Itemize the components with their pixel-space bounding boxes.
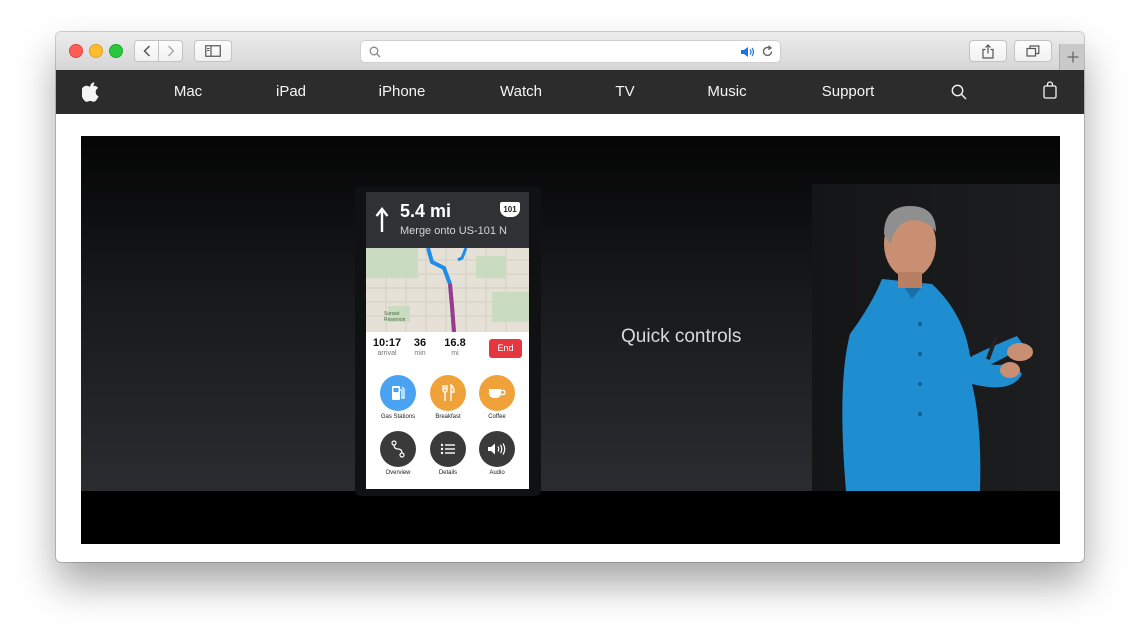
plus-icon (1067, 51, 1078, 63)
nav-item-music[interactable]: Music (707, 70, 746, 114)
quick-action-label: Details (438, 470, 458, 476)
nav-item-support[interactable]: Support (822, 70, 875, 114)
new-tab-button[interactable] (1059, 44, 1084, 70)
stat-label: mi (451, 350, 459, 357)
gas-stations-button[interactable] (380, 375, 416, 411)
list-icon (440, 443, 455, 455)
quick-action-label: Coffee (488, 414, 506, 420)
audio-playing-icon[interactable] (740, 46, 756, 58)
route-shield: 101 (500, 202, 520, 217)
quick-action-label: Breakfast (435, 414, 461, 420)
quick-action-label: Gas Stations (380, 414, 416, 420)
nav-item-iphone[interactable]: iPhone (379, 70, 426, 114)
reload-icon[interactable] (761, 45, 774, 58)
arrow-up-icon (375, 207, 389, 232)
sidebar-button[interactable] (194, 40, 232, 62)
fork-knife-icon (442, 384, 455, 401)
map-area-label: Sunset Reservoir (384, 311, 406, 323)
quick-action-label: Overview (385, 470, 411, 476)
audio-button[interactable] (479, 431, 515, 467)
instruction-label: Merge onto US-101 N (400, 225, 507, 237)
show-tabs-button[interactable] (1014, 40, 1052, 62)
apple-logo-icon[interactable] (82, 81, 100, 102)
minimize-window-button[interactable] (89, 44, 103, 58)
maps-screen: 5.4 mi Merge onto US-101 N 101 Sunset Re… (366, 192, 529, 489)
route-icon (391, 440, 405, 458)
distance-label: 5.4 mi (400, 201, 452, 221)
back-button[interactable] (134, 40, 159, 62)
speaker-icon (488, 443, 506, 455)
tabs-icon (1026, 45, 1040, 57)
minutes-stat: 36 min (408, 337, 432, 358)
share-button[interactable] (969, 40, 1007, 62)
iphone-mockup: 5.4 mi Merge onto US-101 N 101 Sunset Re… (355, 186, 541, 496)
route-map: Sunset Reservoir (366, 247, 529, 333)
search-icon[interactable] (951, 84, 967, 100)
nav-item-watch[interactable]: Watch (500, 70, 542, 114)
direction-banner: 5.4 mi Merge onto US-101 N 101 (366, 192, 529, 248)
sidebar-icon (205, 45, 221, 57)
site-navigation: Mac iPad iPhone Watch TV Music Support (56, 70, 1084, 114)
arrival-stat: 10:17 arrival (372, 337, 402, 358)
overview-button[interactable] (380, 431, 416, 467)
nav-item-mac[interactable]: Mac (174, 70, 202, 114)
keynote-video[interactable]: 5.4 mi Merge onto US-101 N 101 Sunset Re… (81, 136, 1060, 544)
stat-value: 36 (413, 337, 427, 349)
breakfast-button[interactable] (430, 375, 466, 411)
coffee-button[interactable] (479, 375, 515, 411)
address-bar[interactable] (360, 40, 781, 63)
zoom-window-button[interactable] (109, 44, 123, 58)
forward-button[interactable] (158, 40, 183, 62)
close-window-button[interactable] (69, 44, 83, 58)
bag-icon[interactable] (1043, 81, 1057, 99)
address-input[interactable] (385, 43, 739, 62)
presenter-image (812, 184, 1060, 491)
stat-label: min (414, 350, 426, 357)
chevron-right-icon (167, 45, 175, 57)
details-button[interactable] (430, 431, 466, 467)
miles-stat: 16.8 mi (440, 337, 470, 358)
gas-icon (392, 386, 405, 400)
end-route-button[interactable]: End (489, 339, 522, 358)
presenter-figure (842, 206, 1033, 491)
keynote-slide: 5.4 mi Merge onto US-101 N 101 Sunset Re… (81, 136, 1060, 496)
quick-action-label: Audio (489, 470, 505, 476)
share-icon (982, 43, 994, 59)
browser-toolbar (56, 32, 1084, 71)
coffee-icon (489, 389, 506, 398)
nav-item-tv[interactable]: TV (615, 70, 634, 114)
chevron-left-icon (142, 45, 150, 57)
slide-caption: Quick controls (621, 326, 742, 347)
stat-value: 16.8 (444, 337, 466, 349)
stat-label: arrival (377, 350, 397, 357)
stat-value: 10:17 (372, 337, 402, 349)
search-icon (369, 46, 381, 58)
browser-window: Mac iPad iPhone Watch TV Music Support 5… (56, 32, 1084, 562)
nav-item-ipad[interactable]: iPad (276, 70, 306, 114)
